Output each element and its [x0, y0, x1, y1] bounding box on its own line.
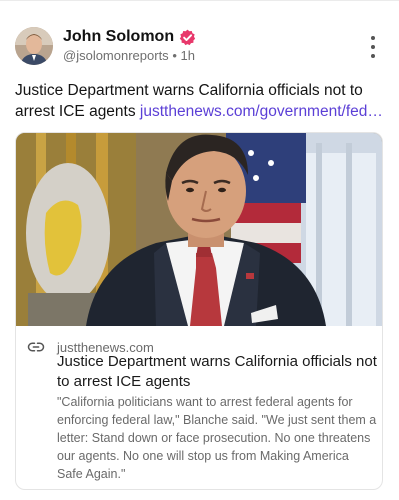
author-name[interactable]: John Solomon	[63, 27, 174, 47]
link-preview-image	[16, 133, 382, 326]
post-text: Justice Department warns California offi…	[15, 80, 385, 122]
more-options-icon[interactable]	[366, 36, 380, 58]
post-meta: @jsolomonreports • 1h	[63, 48, 195, 64]
post-link[interactable]: justthenews.com/government/fed…	[140, 103, 383, 120]
author-name-row[interactable]: John Solomon	[63, 27, 196, 47]
author-handle[interactable]: @jsolomonreports	[63, 48, 169, 63]
avatar-image	[15, 27, 53, 65]
link-preview-card[interactable]: justthenews.com Justice Department warns…	[15, 132, 383, 490]
link-icon	[27, 342, 45, 352]
post-card: John Solomon @jsolomonreports • 1h Justi…	[0, 0, 399, 500]
avatar[interactable]	[15, 27, 53, 65]
card-title[interactable]: Justice Department warns California offi…	[57, 352, 377, 392]
card-description: "California politicians want to arrest f…	[57, 395, 377, 481]
verified-badge-icon	[179, 29, 196, 45]
post-timestamp[interactable]: 1h	[181, 48, 195, 63]
meta-separator: •	[172, 48, 177, 63]
